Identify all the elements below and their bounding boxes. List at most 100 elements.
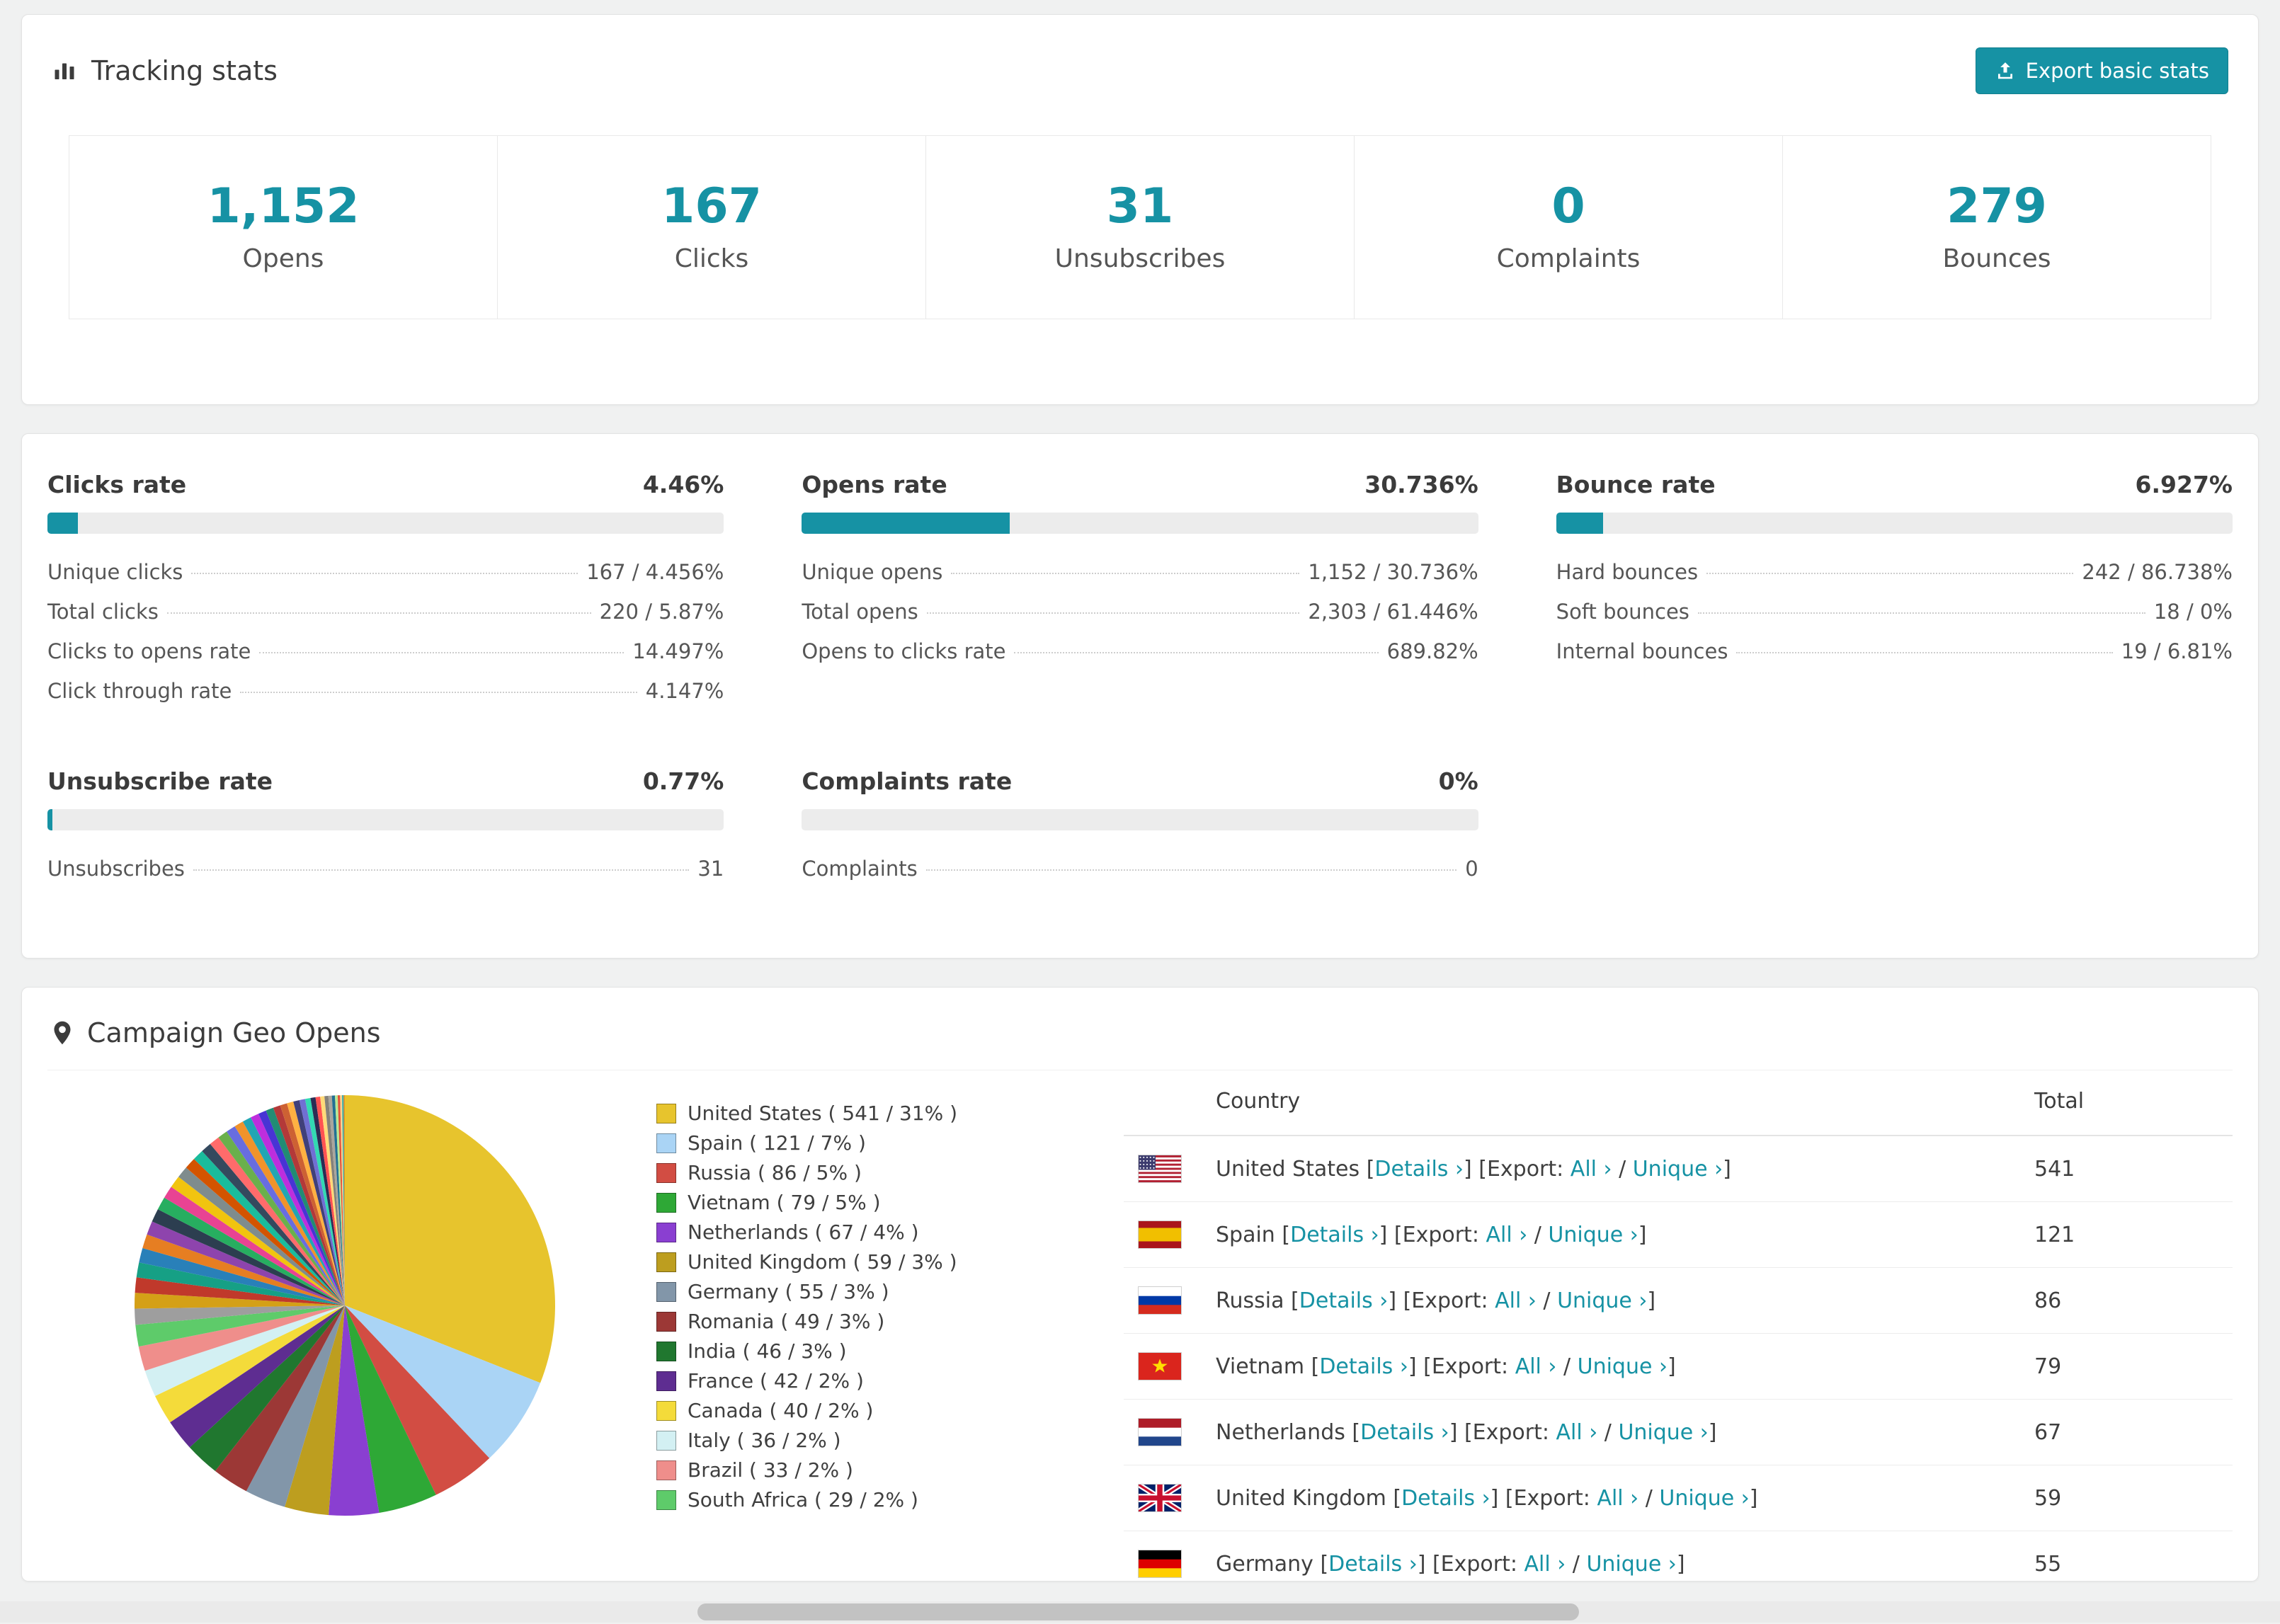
stat-line-opens-to-clicks-rate: Opens to clicks rate 689.82%: [802, 631, 1478, 671]
scrollbar-thumb[interactable]: [697, 1603, 1579, 1620]
rate-title: Complaints rate: [802, 767, 1013, 795]
country-row-united-kingdom: United Kingdom [Details ›] [Export: All …: [1124, 1465, 2233, 1531]
geo-table: Country Total United States [Details ›] …: [1124, 1070, 2233, 1581]
tracking-stats-title-text: Tracking stats: [91, 55, 278, 86]
details-link[interactable]: Details ›: [1290, 1223, 1379, 1247]
rate-title: Opens rate: [802, 471, 947, 498]
country-total: 121: [2020, 1201, 2233, 1268]
legend-label: United Kingdom ( 59 / 3% ): [688, 1250, 957, 1274]
export-unique-link[interactable]: Unique ›: [1586, 1552, 1676, 1577]
stat-line-hard-bounces: Hard bounces 242 / 86.738%: [1556, 552, 2233, 592]
stat-line-label: Click through rate: [47, 679, 232, 703]
stat-line-label: Opens to clicks rate: [802, 639, 1006, 663]
stat-cell-unsubscribes: 31 Unsubscribes: [925, 135, 1355, 319]
export-all-link[interactable]: All ›: [1571, 1157, 1612, 1182]
dotted-leader: [1014, 652, 1379, 653]
geo-title: Campaign Geo Opens: [52, 1017, 381, 1048]
details-link[interactable]: Details ›: [1360, 1420, 1449, 1445]
legend-swatch: [656, 1401, 676, 1421]
stat-line-unsubscribes: Unsubscribes 31: [47, 849, 724, 888]
dotted-leader: [1706, 573, 2074, 574]
pie-chart[interactable]: [132, 1093, 557, 1518]
export-unique-link[interactable]: Unique ›: [1659, 1486, 1749, 1511]
tracking-stats-row: 1,152 Opens 167 Clicks 31 Unsubscribes 0 Compla…: [69, 135, 2211, 319]
export-unique-link[interactable]: Unique ›: [1557, 1288, 1647, 1313]
geo-body: United States ( 541 / 31% ) Spain ( 121 /…: [47, 1070, 2233, 1581]
stat-line-value: 2,303 / 61.446%: [1308, 600, 1478, 624]
details-link[interactable]: Details ›: [1374, 1157, 1464, 1182]
export-unique-link[interactable]: Unique ›: [1618, 1420, 1708, 1445]
progress-fill: [47, 513, 78, 534]
country-total: 541: [2020, 1136, 2233, 1202]
country-total: 79: [2020, 1333, 2233, 1400]
country-cell: Germany [Details ›] [Export: All › / Uni…: [1202, 1531, 2020, 1581]
stat-line-unique-opens: Unique opens 1,152 / 30.736%: [802, 552, 1478, 592]
export-basic-stats-button[interactable]: Export basic stats: [1975, 47, 2228, 94]
flag-column-header: [1124, 1070, 1202, 1136]
stat-cell-opens: 1,152 Opens: [69, 135, 498, 319]
stat-value: 279: [1946, 178, 2047, 234]
legend-label: Netherlands ( 67 / 4% ): [688, 1220, 919, 1244]
legend-swatch: [656, 1282, 676, 1302]
country-name: Spain: [1216, 1222, 1275, 1247]
dotted-leader: [926, 612, 1300, 614]
stat-line-label: Hard bounces: [1556, 560, 1699, 584]
stat-value: 1,152: [207, 178, 360, 234]
rates-grid: Clicks rate 4.46% Unique clicks 167 / 4.456…: [47, 471, 2233, 888]
export-unique-link[interactable]: Unique ›: [1578, 1354, 1668, 1379]
country-total: 86: [2020, 1267, 2233, 1334]
legend-swatch: [656, 1371, 676, 1391]
progress-bar: [802, 809, 1478, 830]
stat-line-label: Soft bounces: [1556, 600, 1689, 624]
legend-label: Russia ( 86 / 5% ): [688, 1161, 862, 1184]
legend-item-spain: Spain ( 121 / 7% ): [656, 1128, 1053, 1158]
stat-cell-clicks: 167 Clicks: [497, 135, 926, 319]
progress-fill: [1556, 513, 1603, 534]
stat-line-soft-bounces: Soft bounces 18 / 0%: [1556, 592, 2233, 631]
country-name: Russia: [1216, 1288, 1284, 1313]
horizontal-scrollbar[interactable]: [0, 1601, 2280, 1623]
stat-line-total-opens: Total opens 2,303 / 61.446%: [802, 592, 1478, 631]
export-unique-link[interactable]: Unique ›: [1548, 1223, 1638, 1247]
rate-block-opens-rate: Opens rate 30.736% Unique opens 1,152 / 30.…: [802, 471, 1478, 711]
location-pin-icon: [54, 1021, 71, 1045]
legend-swatch: [656, 1460, 676, 1480]
stat-line-value: 220 / 5.87%: [599, 600, 724, 624]
rate-value: 0%: [1438, 767, 1478, 795]
legend-swatch: [656, 1312, 676, 1332]
country-cell: United States [Details ›] [Export: All ›…: [1202, 1136, 2020, 1202]
progress-bar: [47, 513, 724, 534]
dotted-leader: [1736, 652, 2113, 653]
export-all-link[interactable]: All ›: [1556, 1420, 1598, 1445]
stat-label: Clicks: [674, 244, 749, 273]
export-all-link[interactable]: All ›: [1524, 1552, 1566, 1577]
legend-label: Canada ( 40 / 2% ): [688, 1399, 874, 1422]
stat-value: 31: [1106, 178, 1174, 234]
export-all-link[interactable]: All ›: [1486, 1223, 1527, 1247]
country-cell: Netherlands [Details ›] [Export: All › /…: [1202, 1399, 2020, 1465]
flag-ru-icon: [1124, 1267, 1202, 1334]
legend-label: Vietnam ( 79 / 5% ): [688, 1191, 881, 1214]
stat-line-clicks-to-opens-rate: Clicks to opens rate 14.497%: [47, 631, 724, 671]
export-all-link[interactable]: All ›: [1515, 1354, 1557, 1379]
dotted-leader: [166, 612, 591, 614]
details-link[interactable]: Details ›: [1319, 1354, 1408, 1379]
country-name: Vietnam: [1216, 1354, 1305, 1379]
rate-title: Bounce rate: [1556, 471, 1716, 498]
country-row-vietnam: Vietnam [Details ›] [Export: All › / Uni…: [1124, 1333, 2233, 1400]
export-all-link[interactable]: All ›: [1597, 1486, 1638, 1511]
flag-gb-icon: [1124, 1465, 1202, 1531]
flag-us-icon: [1124, 1136, 1202, 1202]
rate-block-unsubscribe-rate: Unsubscribe rate 0.77% Unsubscribes 31: [47, 767, 724, 888]
export-all-link[interactable]: All ›: [1495, 1288, 1537, 1313]
geo-table-body: United States [Details ›] [Export: All ›…: [1124, 1136, 2233, 1581]
country-total: 67: [2020, 1399, 2233, 1465]
country-total: 55: [2020, 1531, 2233, 1581]
export-unique-link[interactable]: Unique ›: [1633, 1157, 1723, 1182]
stat-line-value: 689.82%: [1386, 639, 1478, 663]
stat-line-total-clicks: Total clicks 220 / 5.87%: [47, 592, 724, 631]
legend-swatch: [656, 1223, 676, 1242]
details-link[interactable]: Details ›: [1299, 1288, 1389, 1313]
details-link[interactable]: Details ›: [1328, 1552, 1418, 1577]
details-link[interactable]: Details ›: [1401, 1486, 1490, 1511]
